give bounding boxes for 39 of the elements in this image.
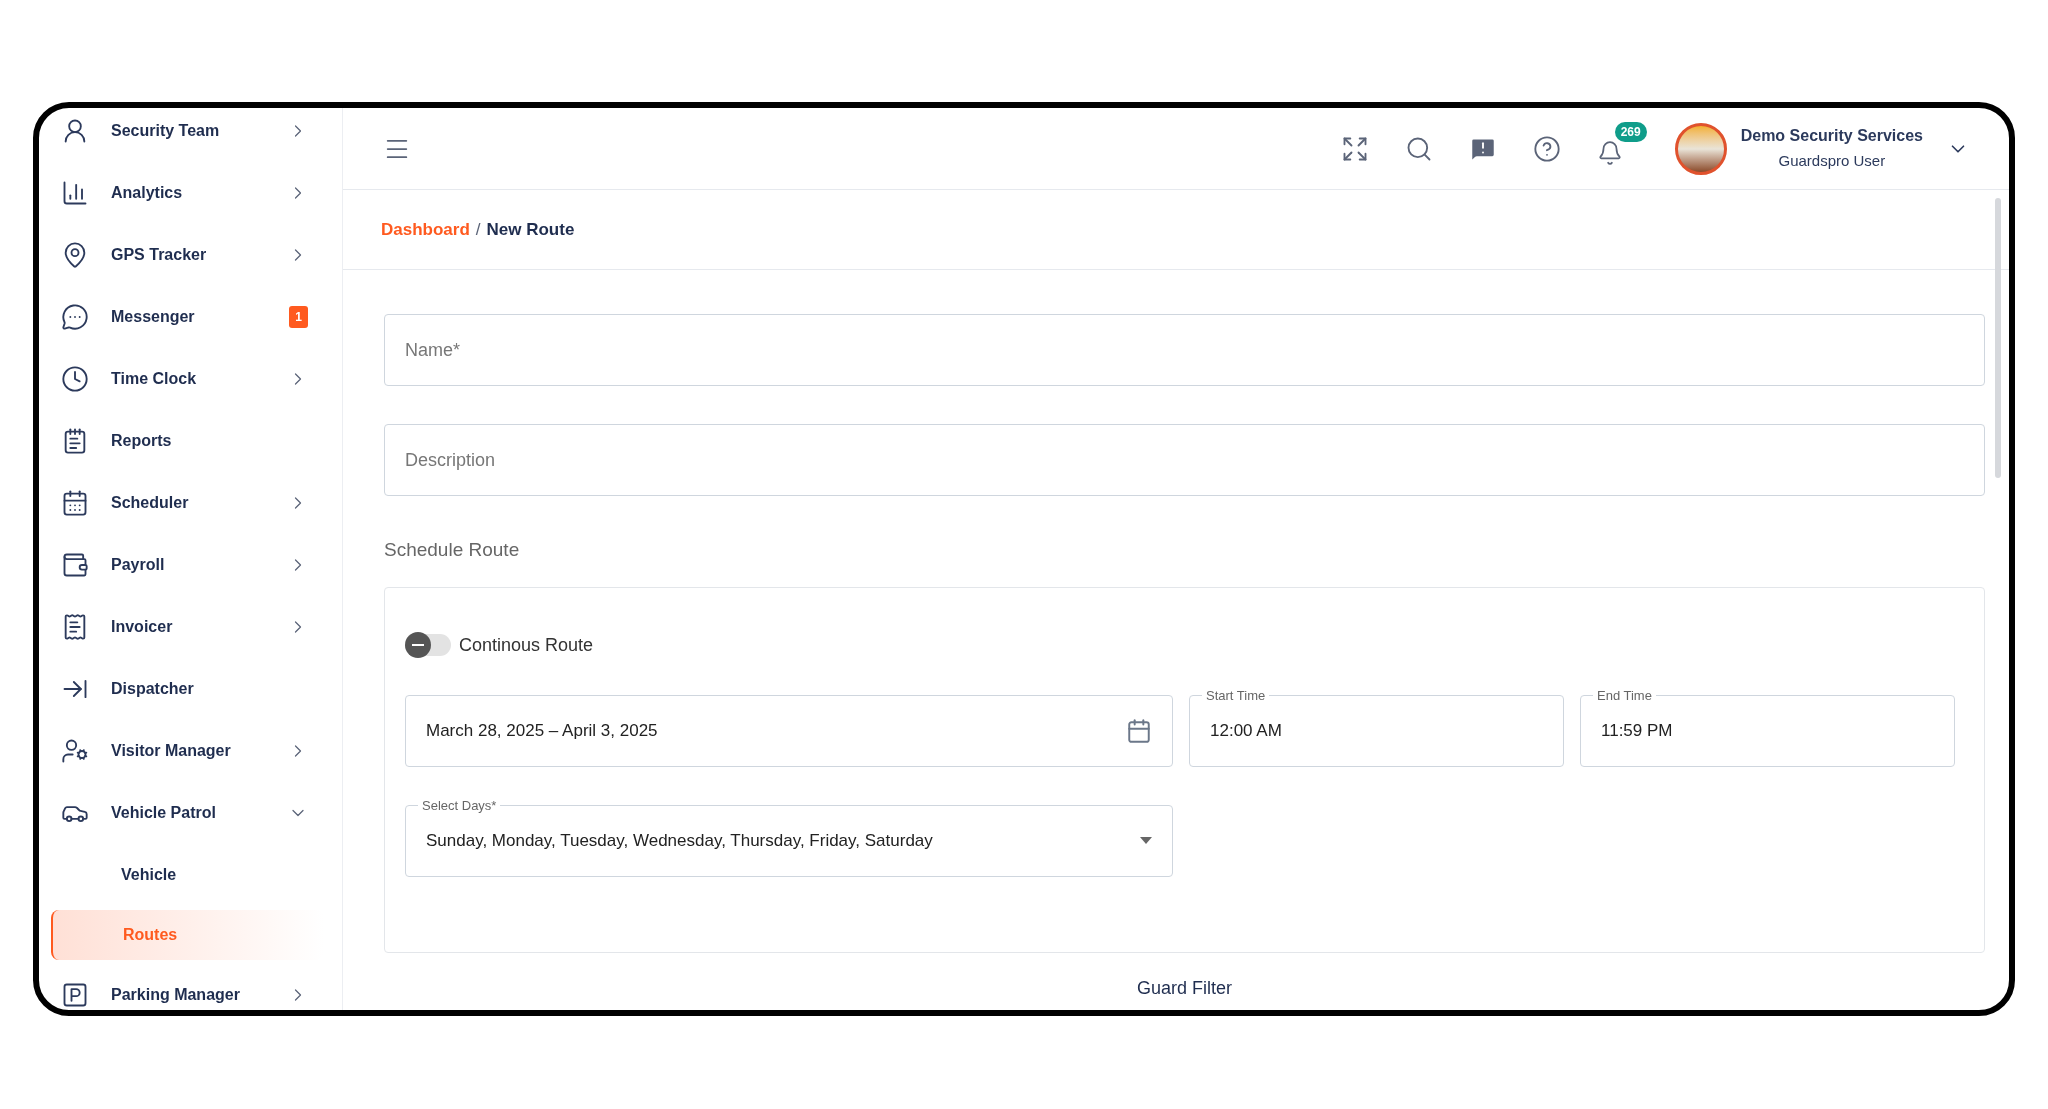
- sidebar-item[interactable]: Time Clock: [39, 348, 342, 410]
- calendar-icon: [1126, 717, 1152, 744]
- breadcrumb-separator: /: [475, 218, 481, 241]
- sidebar-item[interactable]: Invoicer: [39, 596, 342, 658]
- user-role: Guardspro User: [1778, 151, 1886, 172]
- sidebar-item[interactable]: GPS Tracker: [39, 224, 342, 286]
- parking-icon: [61, 981, 89, 1009]
- sidebar-item[interactable]: Dispatcher: [39, 658, 342, 720]
- toggle-switch[interactable]: [405, 634, 451, 656]
- caret-icon: [1140, 837, 1152, 844]
- sidebar-item[interactable]: Reports: [39, 410, 342, 472]
- sidebar-item[interactable]: Scheduler: [39, 472, 342, 534]
- sidebar-item[interactable]: Analytics: [39, 162, 342, 224]
- sidebar-subitem[interactable]: Vehicle: [39, 844, 342, 906]
- sidebar-item[interactable]: Visitor Manager: [39, 720, 342, 782]
- count-badge: 1: [289, 306, 308, 328]
- bell-icon: [1596, 139, 1623, 166]
- chat-bubble-icon: [61, 303, 89, 331]
- user-name: Demo Security Services: [1740, 126, 1923, 147]
- name-field[interactable]: Name*: [384, 314, 1985, 386]
- user-gear-icon: [61, 737, 89, 765]
- clock-icon: [61, 365, 89, 393]
- section-title: Schedule Route: [384, 538, 521, 562]
- section-title: Guard Filter: [1137, 976, 1232, 1000]
- wallet-icon: [61, 551, 89, 579]
- breadcrumb-current: New Route: [486, 218, 575, 241]
- sidebar-item[interactable]: Security Team: [39, 108, 342, 162]
- bar-chart-icon: [61, 179, 89, 207]
- date-range-field[interactable]: March 28, 2025 – April 3, 2025: [405, 694, 1173, 767]
- sidebar-item[interactable]: Parking Manager: [39, 964, 342, 1010]
- sidebar-item[interactable]: Payroll: [39, 534, 342, 596]
- sidebar-item[interactable]: Messenger 1: [39, 286, 342, 348]
- sidebar-item[interactable]: Vehicle Patrol: [39, 782, 342, 844]
- help-button[interactable]: [1532, 134, 1561, 163]
- calendar-icon: [61, 489, 89, 517]
- description-field[interactable]: Description: [384, 424, 1985, 496]
- help-icon: [1532, 134, 1561, 163]
- toggle-label: Continous Route: [459, 633, 594, 657]
- notification-badge: 269: [1614, 121, 1647, 142]
